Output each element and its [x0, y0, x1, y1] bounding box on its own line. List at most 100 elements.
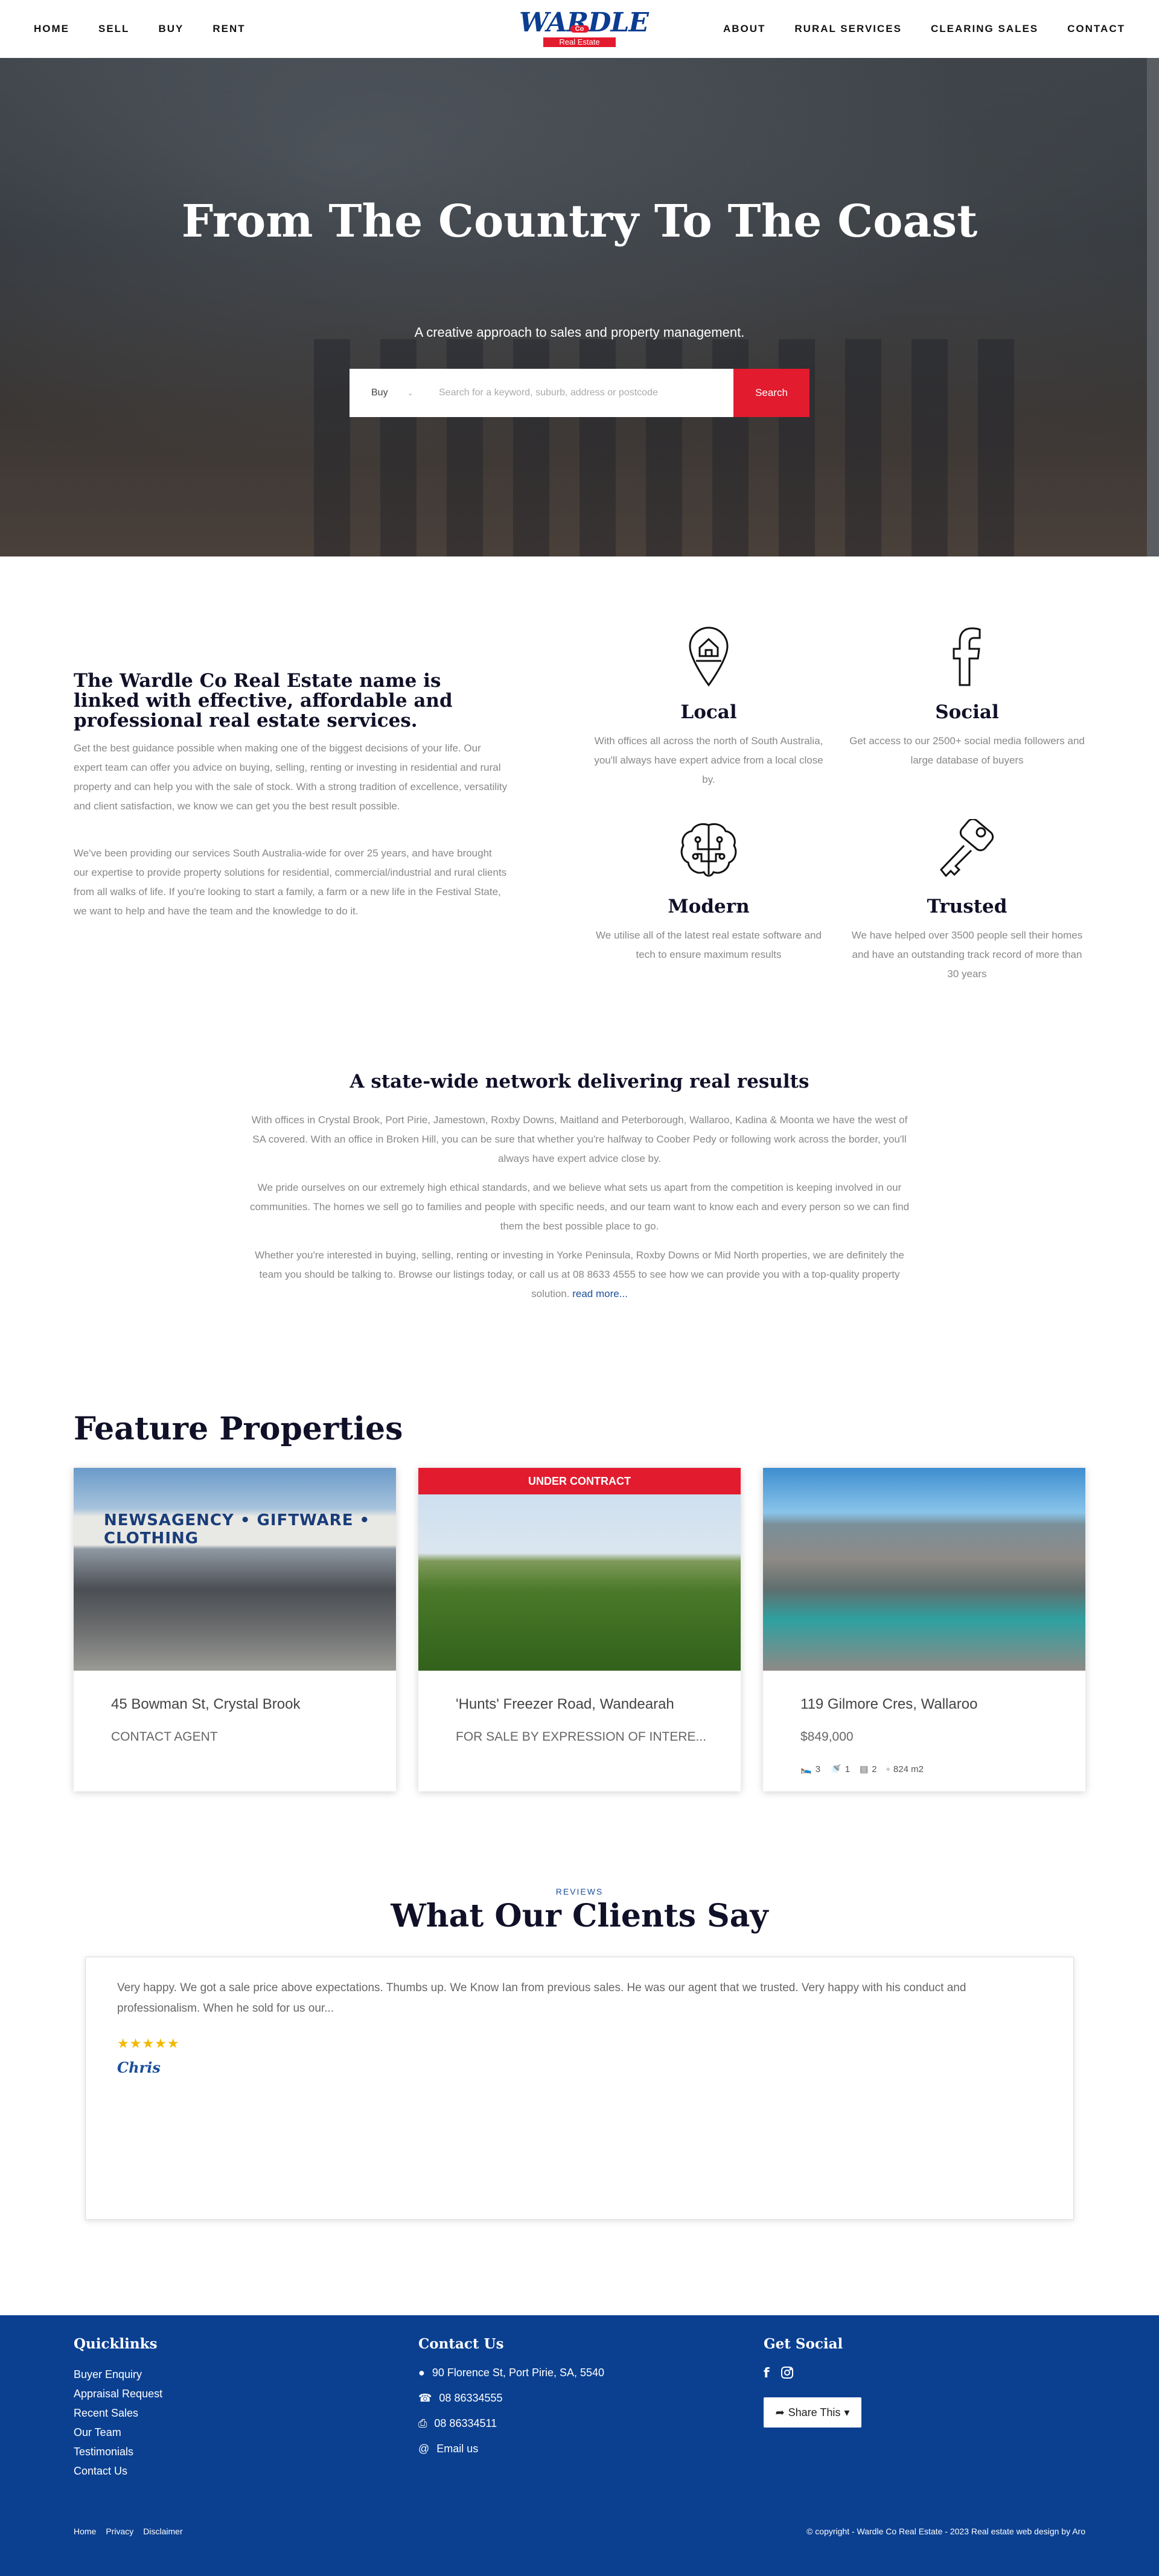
- network-paragraph-2: We pride ourselves on our extremely high…: [249, 1182, 910, 1232]
- property-image[interactable]: NEWSAGENCY • GIFTWARE • CLOTHING: [74, 1468, 396, 1671]
- search-type-select[interactable]: Buy ⌄: [350, 369, 434, 417]
- feature-local-title: Local: [680, 701, 737, 723]
- land-size: 824 m2: [893, 1764, 924, 1774]
- footer-bottom-links: Home Privacy Disclaimer: [74, 2527, 183, 2536]
- contact-title: Contact Us: [418, 2336, 504, 2352]
- footer-disclaimer-link[interactable]: Disclaimer: [143, 2527, 182, 2536]
- phone-text[interactable]: 08 86334555: [439, 2385, 502, 2411]
- quicklink-buyer-enquiry[interactable]: Buyer Enquiry: [74, 2365, 162, 2384]
- bed-icon: 🛌: [800, 1764, 812, 1774]
- at-icon: @: [418, 2443, 430, 2455]
- bath-stat: 🚿 1: [830, 1764, 851, 1775]
- property-image[interactable]: UNDER CONTRACT: [418, 1468, 741, 1671]
- address-text: 90 Florence St, Port Pirie, SA, 5540: [432, 2367, 605, 2379]
- reviews-heading: What Our Clients Say: [391, 1898, 768, 1934]
- key-icon: [846, 817, 1088, 884]
- reviews-section: REVIEWS What Our Clients Say Very happy.…: [0, 1840, 1159, 2315]
- car-stat: ▤ 2: [860, 1764, 877, 1775]
- contact-phone[interactable]: ☎ 08 86334555: [418, 2385, 604, 2411]
- quicklink-our-team[interactable]: Our Team: [74, 2423, 162, 2442]
- review-quote: Very happy. We got a sale price above ex…: [117, 1981, 966, 2015]
- network-paragraph-3: Whether you're interested in buying, sel…: [246, 1246, 913, 1304]
- property-price: CONTACT AGENT: [111, 1730, 218, 1744]
- feature-modern-text: We utilise all of the latest real estate…: [596, 929, 822, 960]
- search-type-value: Buy: [371, 387, 388, 398]
- nav-contact-link[interactable]: CONTACT: [1067, 23, 1125, 35]
- social-title: Get Social: [764, 2336, 843, 2352]
- feature-local-text: With offices all across the north of Sou…: [594, 735, 823, 785]
- property-address[interactable]: 119 Gilmore Cres, Wallaroo: [800, 1696, 977, 1713]
- car-icon: ▤: [860, 1764, 869, 1774]
- about-paragraph-1: Get the best guidance possible when maki…: [74, 742, 508, 812]
- quicklink-recent-sales[interactable]: Recent Sales: [74, 2403, 162, 2423]
- contact-email[interactable]: @ Email us: [418, 2436, 604, 2461]
- hero-title: From The Country To The Coast: [181, 196, 978, 247]
- nav-rent-link[interactable]: RENT: [212, 23, 245, 35]
- read-more-link[interactable]: read more...: [572, 1288, 628, 1299]
- quicklink-appraisal-request[interactable]: Appraisal Request: [74, 2384, 162, 2403]
- nav-left: HOME SELL BUY RENT: [34, 23, 246, 35]
- contact-address: ● 90 Florence St, Port Pirie, SA, 5540: [418, 2360, 604, 2385]
- copyright-text: © copyright - Wardle Co Real Estate - 20…: [806, 2527, 1085, 2536]
- property-image[interactable]: [763, 1468, 1085, 1671]
- bed-stat: 🛌 3: [800, 1764, 821, 1775]
- network-section: A state-wide network delivering real res…: [0, 1027, 1159, 1389]
- quicklinks-title: Quicklinks: [74, 2336, 158, 2352]
- feature-modern: Modern We utilise all of the latest real…: [588, 817, 829, 964]
- fax-text: 08 86334511: [434, 2417, 497, 2429]
- site-footer: Quicklinks Buyer Enquiry Appraisal Reque…: [0, 2315, 1159, 2576]
- site-logo[interactable]: WARDLE Co Real Estate: [519, 10, 649, 48]
- property-card[interactable]: NEWSAGENCY • GIFTWARE • CLOTHING 45 Bowm…: [74, 1468, 396, 1791]
- feature-properties-section: Feature Properties NEWSAGENCY • GIFTWARE…: [0, 1389, 1159, 1840]
- property-address[interactable]: 45 Bowman St, Crystal Brook: [111, 1696, 300, 1713]
- property-card[interactable]: 119 Gilmore Cres, Wallaroo $849,000 🛌 3 🚿…: [763, 1468, 1085, 1791]
- map-marker-icon: ●: [418, 2367, 425, 2379]
- quicklink-testimonials[interactable]: Testimonials: [74, 2442, 162, 2461]
- feature-properties-heading: Feature Properties: [74, 1411, 403, 1447]
- feature-social-title: Social: [935, 701, 999, 723]
- email-link[interactable]: Email us: [436, 2436, 478, 2461]
- footer-privacy-link[interactable]: Privacy: [106, 2527, 133, 2536]
- property-card[interactable]: UNDER CONTRACT 'Hunts' Freezer Road, Wan…: [418, 1468, 741, 1791]
- search-button[interactable]: Search: [733, 369, 809, 417]
- nav-about-link[interactable]: ABOUT: [723, 23, 765, 35]
- property-price: $849,000: [800, 1730, 854, 1744]
- chevron-down-icon: ⌄: [407, 389, 413, 397]
- network-heading: A state-wide network delivering real res…: [350, 1071, 809, 1092]
- facebook-icon: [846, 623, 1088, 689]
- quicklink-contact-us[interactable]: Contact Us: [74, 2461, 162, 2481]
- feature-trusted-title: Trusted: [927, 896, 1007, 917]
- nav-sell-link[interactable]: SELL: [98, 23, 129, 35]
- facebook-icon[interactable]: f: [764, 2366, 770, 2383]
- share-button[interactable]: ➦ Share This ▾: [764, 2397, 861, 2428]
- review-card: Very happy. We got a sale price above ex…: [85, 1957, 1074, 2220]
- nav-home-link[interactable]: HOME: [34, 23, 69, 35]
- hero-subtitle: A creative approach to sales and propert…: [414, 325, 745, 340]
- nav-buy-link[interactable]: BUY: [158, 23, 184, 35]
- about-paragraph-2: We've been providing our services South …: [74, 847, 507, 917]
- logo-subtitle: Real Estate: [543, 37, 616, 47]
- social-icons: f: [764, 2366, 794, 2383]
- network-paragraph-1: With offices in Crystal Brook, Port Piri…: [251, 1114, 908, 1164]
- land-size-icon: ▫: [886, 1764, 890, 1774]
- bath-count: 1: [845, 1764, 851, 1774]
- land-stat: ▫ 824 m2: [887, 1764, 924, 1774]
- phone-icon: ☎: [418, 2392, 432, 2404]
- about-section: The Wardle Co Real Estate name is linked…: [0, 556, 1159, 1027]
- property-address[interactable]: 'Hunts' Freezer Road, Wandearah: [456, 1696, 674, 1713]
- hero-section: From The Country To The Coast A creative…: [0, 58, 1159, 556]
- nav-rural-services-link[interactable]: RURAL SERVICES: [794, 23, 902, 35]
- under-contract-badge: UNDER CONTRACT: [418, 1468, 741, 1494]
- share-label: Share This: [788, 2406, 841, 2418]
- search-input[interactable]: [434, 369, 733, 417]
- reviews-tag: REVIEWS: [555, 1887, 604, 1896]
- instagram-icon[interactable]: [781, 2366, 794, 2383]
- bed-count: 3: [815, 1764, 821, 1774]
- location-pin-house-icon: [588, 623, 829, 689]
- hero-scrollbar[interactable]: [1147, 58, 1159, 556]
- top-navigation: HOME SELL BUY RENT WARDLE Co Real Estate…: [0, 0, 1159, 58]
- feature-modern-title: Modern: [668, 896, 750, 917]
- nav-clearing-sales-link[interactable]: CLEARING SALES: [931, 23, 1038, 35]
- property-search-form: Buy ⌄ Search: [350, 369, 809, 417]
- footer-home-link[interactable]: Home: [74, 2527, 96, 2536]
